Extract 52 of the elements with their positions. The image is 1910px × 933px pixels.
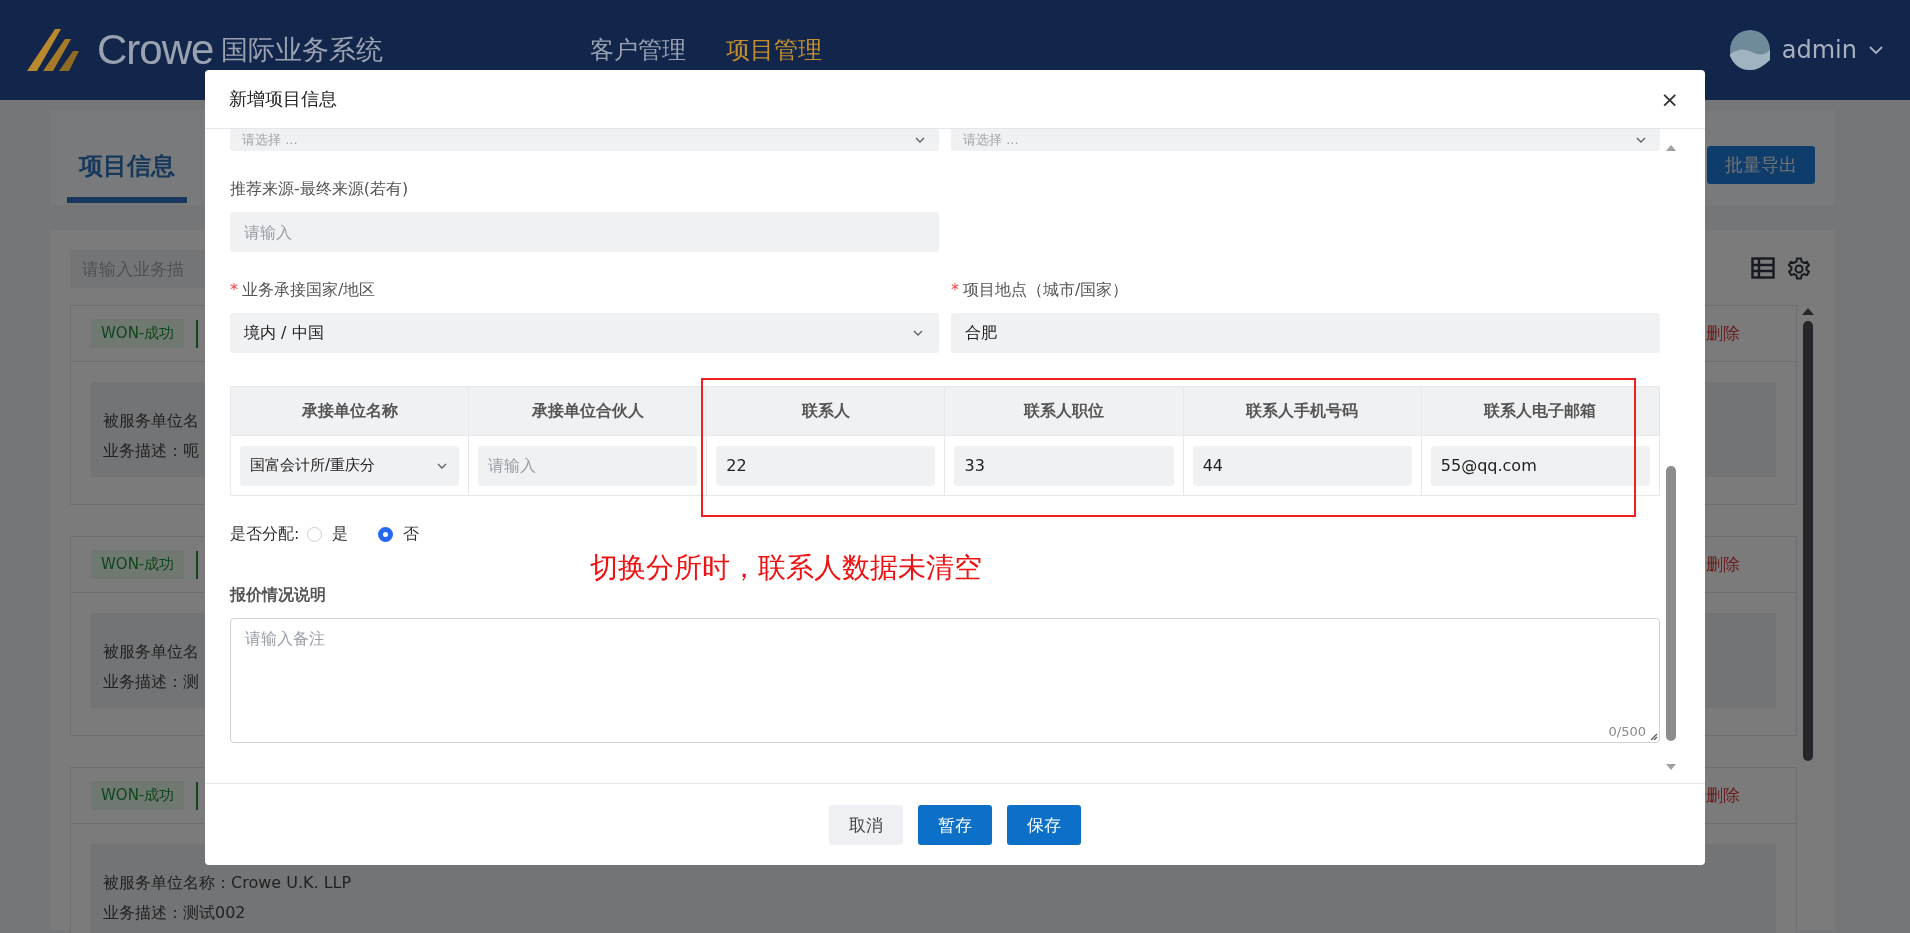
info-text: 被服务单位名称：Crowe U.K. LLP: [103, 872, 352, 894]
input-field[interactable]: 合肥: [951, 313, 1660, 353]
column-header: 承接单位名称: [230, 386, 469, 436]
required-mark: *: [951, 280, 959, 299]
field-label: 业务承接国家/地区: [242, 280, 376, 299]
input-field[interactable]: 请输入: [478, 445, 698, 486]
dialog-button[interactable]: 取消: [829, 805, 903, 845]
placeholder-text: 请选择 ...: [963, 131, 1019, 149]
table-icon[interactable]: [1751, 257, 1775, 279]
status-tag: WON-成功: [91, 319, 185, 348]
close-button[interactable]: ×: [1656, 86, 1683, 112]
user-name[interactable]: admin: [1781, 36, 1857, 64]
column-header: 联系人手机号码: [1183, 386, 1422, 436]
info-text: 被服务单位名: [103, 641, 199, 663]
input-field[interactable]: 55@qq.com: [1430, 445, 1650, 486]
info-text: 被服务单位名: [103, 410, 199, 432]
avatar-icon[interactable]: [1729, 30, 1770, 70]
radio-option[interactable]: 是: [307, 523, 349, 545]
field-label: 是否分配:: [230, 523, 300, 545]
annotation-text: 切换分所时，联系人数据未清空: [590, 550, 982, 586]
required-mark: *: [230, 280, 238, 299]
nav-item[interactable]: 项目管理: [726, 34, 822, 66]
dialog-title: 新增项目信息: [229, 87, 337, 111]
info-text: 业务描述：呃: [103, 440, 199, 462]
dialog-button[interactable]: 保存: [1007, 805, 1081, 845]
info-text: 业务描述：测: [103, 671, 199, 693]
system-name: 国际业务系统: [221, 33, 384, 67]
status-tag: WON-成功: [91, 781, 185, 810]
column-header: 联系人: [706, 386, 945, 436]
status-tag: WON-成功: [91, 550, 185, 579]
field-label: 报价情况说明: [230, 585, 327, 606]
settings-icon[interactable]: [1787, 257, 1811, 281]
select-field[interactable]: 国富会计所/重庆分: [240, 445, 460, 486]
logo-text: Crowe: [97, 26, 214, 74]
column-header: 联系人职位: [944, 386, 1184, 436]
select-field[interactable]: 境内 / 中国: [230, 313, 939, 353]
nav-item[interactable]: 客户管理: [590, 34, 686, 66]
radio-option[interactable]: 否: [378, 523, 420, 545]
dialog-button[interactable]: 暂存: [918, 805, 992, 845]
radio-button[interactable]: [378, 526, 394, 542]
placeholder-text: 请选择 ...: [242, 131, 298, 149]
resize-handle-icon[interactable]: [1650, 733, 1658, 741]
input-field[interactable]: 22: [716, 445, 936, 486]
char-counter: 0/500: [1608, 724, 1646, 739]
input-field[interactable]: 请输入: [230, 212, 939, 252]
field-label: 推荐来源-最终来源(若有): [230, 179, 409, 198]
column-header: 承接单位合伙人: [468, 386, 707, 436]
info-text: 业务描述：测试002: [103, 902, 246, 924]
field-label: 项目地点（城市/国家）: [963, 280, 1129, 299]
input-field[interactable]: 44: [1192, 445, 1412, 486]
input-field[interactable]: 33: [954, 445, 1174, 486]
column-header: 联系人电子邮箱: [1421, 386, 1660, 436]
